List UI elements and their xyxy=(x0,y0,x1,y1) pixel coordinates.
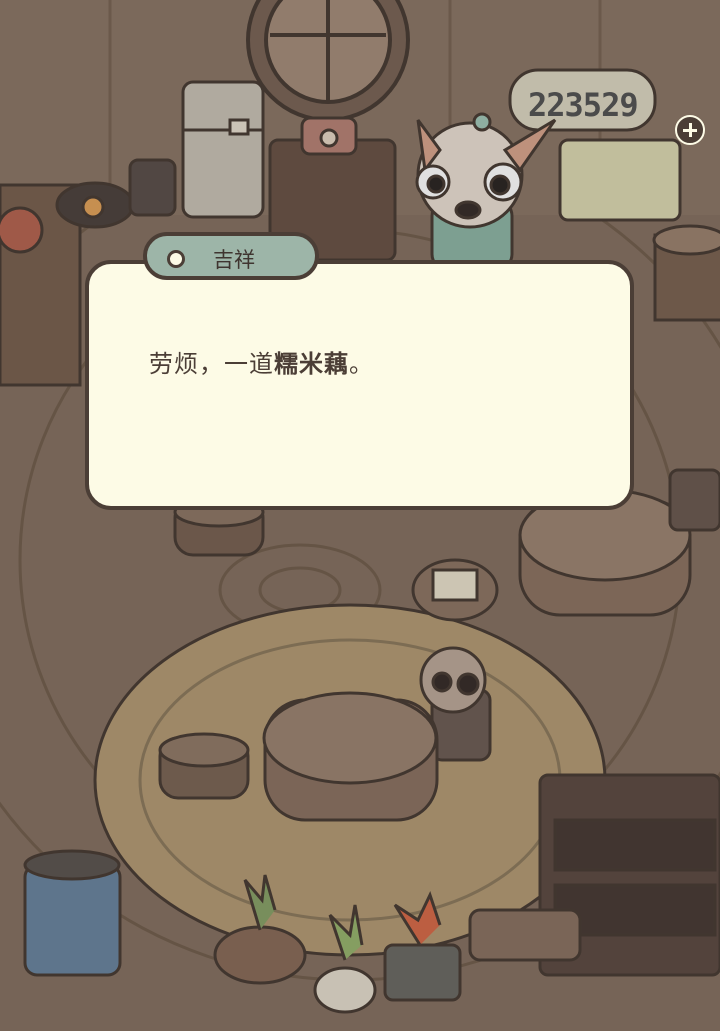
speaker-tag: 吉祥 xyxy=(143,232,319,280)
dialog-dish: 糯米藕 xyxy=(274,350,349,378)
dot-icon xyxy=(167,250,185,268)
dialog-suffix: 。 xyxy=(349,350,374,378)
coin-value: 223529 xyxy=(528,86,639,124)
coin-counter: 223529 xyxy=(516,78,646,132)
dialog-text: 劳烦，一道糯米藕。 xyxy=(149,344,374,379)
speaker-name: 吉祥 xyxy=(213,248,255,272)
dialog-prefix: 劳烦，一道 xyxy=(149,350,274,378)
dialog-box[interactable]: 劳烦，一道糯米藕。 xyxy=(85,260,634,510)
add-coin-icon[interactable] xyxy=(675,115,705,145)
restaurant-scene xyxy=(0,0,720,1031)
